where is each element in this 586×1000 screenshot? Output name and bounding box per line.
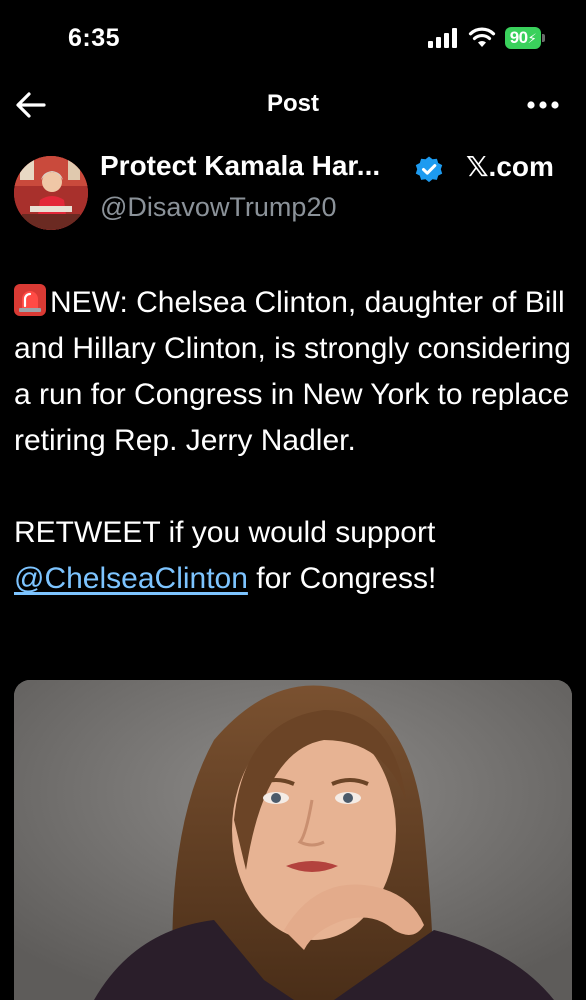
source-label: 𝕏.com	[466, 151, 554, 182]
wifi-icon	[468, 27, 496, 47]
battery-level: 90⚡	[509, 28, 537, 47]
top-nav-bar: Post	[0, 72, 586, 136]
cellular-signal-icon	[428, 28, 457, 48]
page-title: Post	[266, 90, 319, 117]
status-bar: 6:35 90⚡	[0, 0, 586, 72]
mention-link[interactable]: @ChelseaClinton	[14, 562, 248, 595]
avatar-image	[14, 156, 88, 230]
author-name[interactable]: Protect Kamala Har...	[100, 150, 380, 182]
avatar[interactable]	[14, 156, 88, 230]
author-handle[interactable]: @DisavowTrump20	[100, 192, 336, 223]
post-paragraph-2: RETWEET if you would support @ChelseaCli…	[14, 516, 437, 595]
verified-badge-icon	[415, 156, 443, 183]
post-image[interactable]	[14, 680, 572, 1000]
battery-indicator: 90⚡	[505, 27, 545, 49]
portrait-photo	[14, 680, 572, 1000]
more-horizontal-icon[interactable]	[526, 100, 560, 110]
post-text: NEW: Chelsea Clinton, daughter of Bill a…	[14, 280, 574, 602]
post-paragraph-1: NEW: Chelsea Clinton, daughter of Bill a…	[14, 280, 574, 464]
rotating-light-icon	[14, 284, 46, 316]
post-paragraph-1-text: NEW: Chelsea Clinton, daughter of Bill a…	[14, 286, 571, 457]
status-time: 6:35	[68, 24, 121, 52]
